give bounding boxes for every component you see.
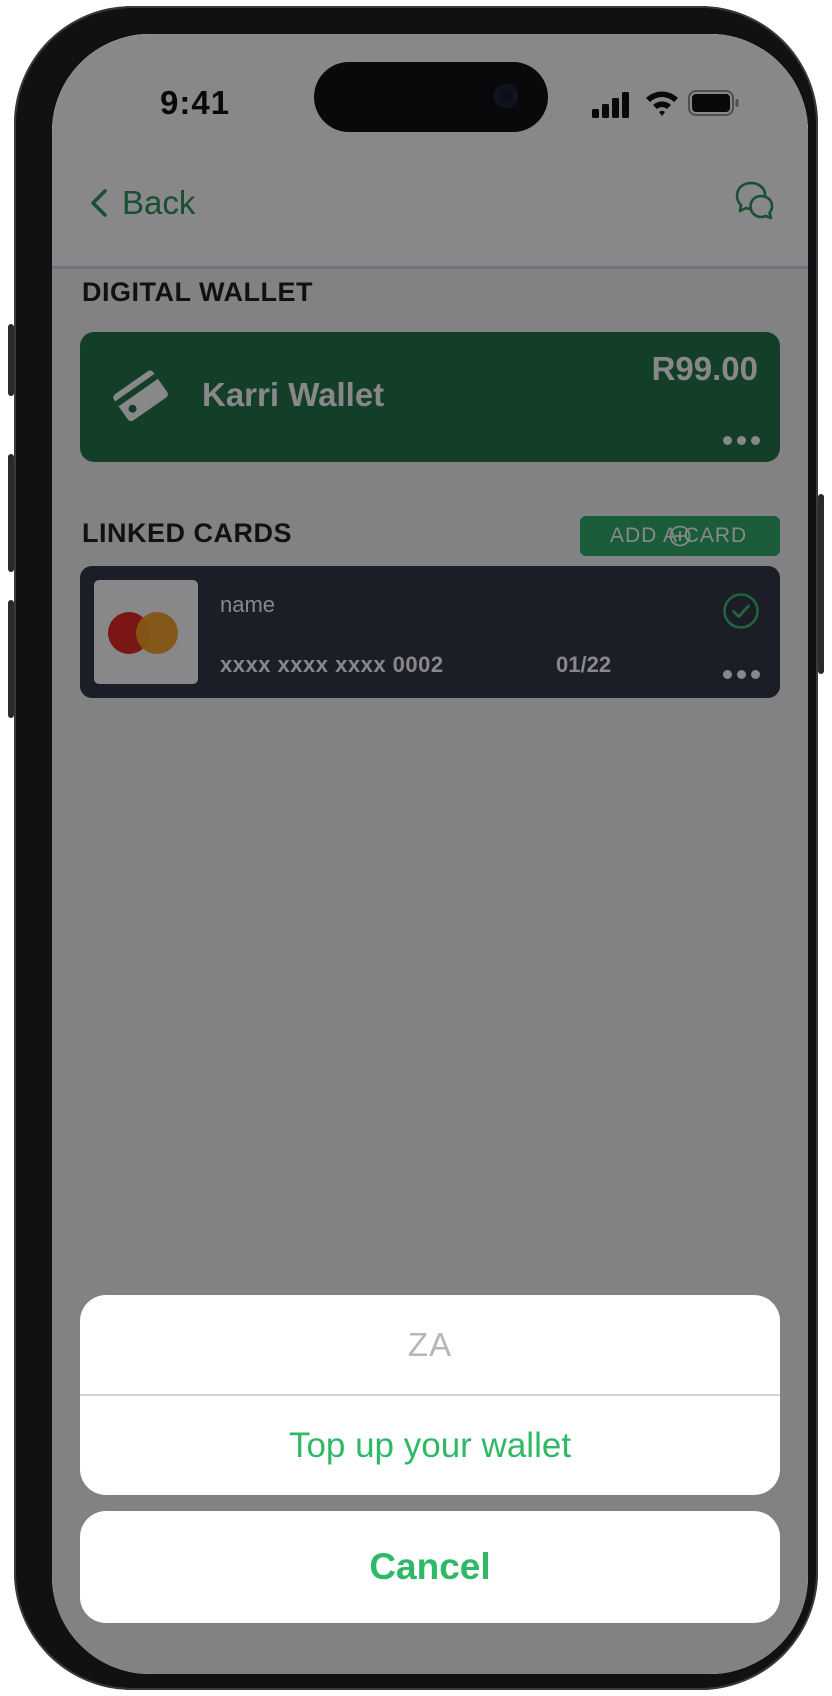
side-power-button xyxy=(818,494,824,674)
action-button xyxy=(8,324,14,396)
phone-frame: 9:41 xyxy=(8,6,824,1690)
cancel-button[interactable]: Cancel xyxy=(80,1511,780,1623)
top-up-wallet-button[interactable]: Top up your wallet xyxy=(80,1396,780,1495)
action-sheet-title: ZA xyxy=(80,1295,780,1396)
volume-down-button xyxy=(8,600,14,718)
volume-up-button xyxy=(8,454,14,572)
action-sheet: ZA Top up your wallet xyxy=(80,1295,780,1495)
phone-screen: 9:41 xyxy=(52,34,808,1674)
